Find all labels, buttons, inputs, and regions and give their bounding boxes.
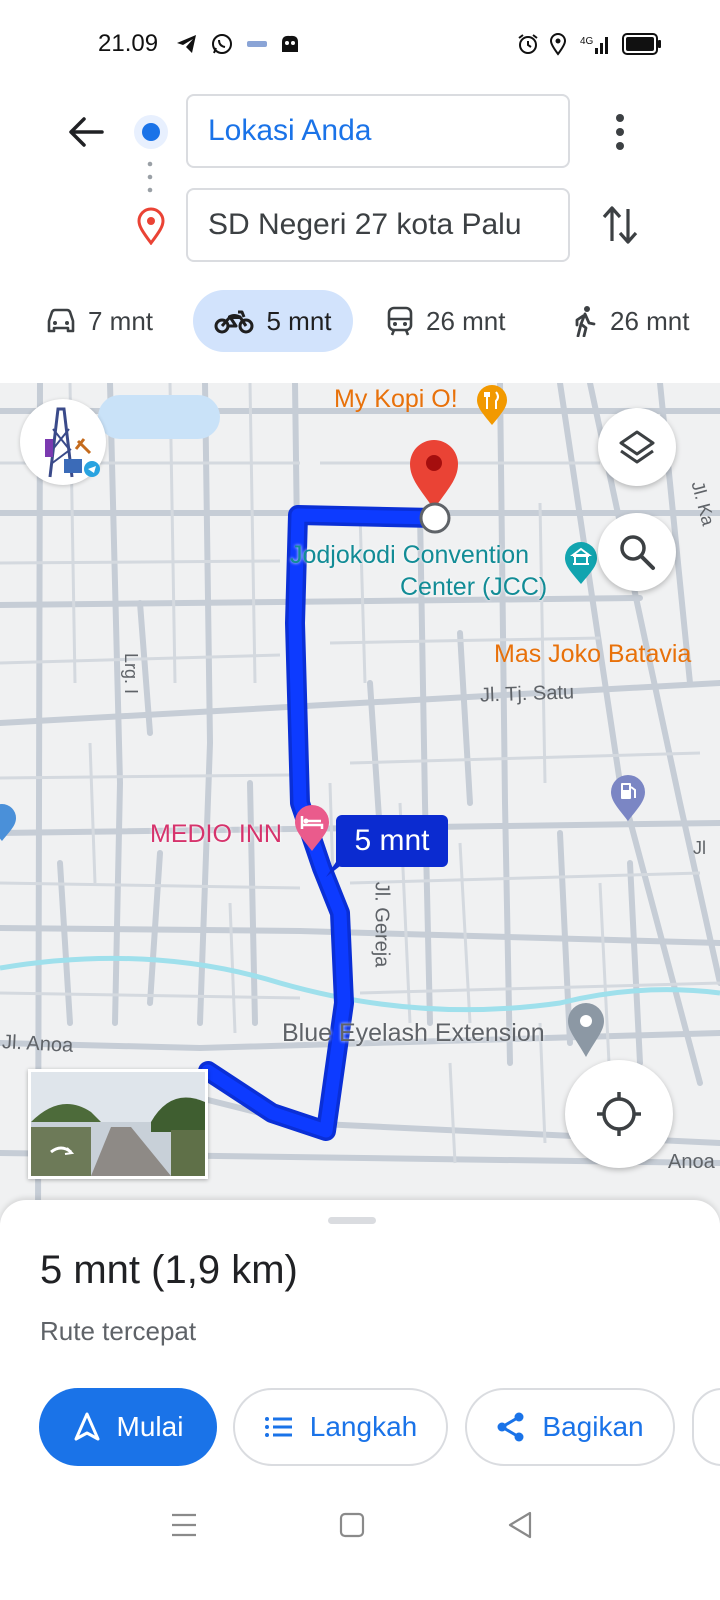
share-button-label: Bagikan	[542, 1411, 644, 1442]
motorcycle-icon	[214, 310, 254, 334]
crosshair-icon	[597, 1092, 641, 1136]
mode-motorcycle-tab[interactable]: 5 mnt	[193, 290, 353, 352]
home-nav-icon[interactable]	[332, 1505, 372, 1545]
steps-button-label: Langkah	[309, 1411, 418, 1442]
tower-logo-icon	[45, 407, 100, 478]
back-arrow-icon[interactable]	[66, 112, 106, 152]
walk-icon	[575, 306, 596, 337]
convention-pin-icon[interactable]	[562, 540, 600, 586]
search-icon	[620, 535, 655, 570]
profile-avatar[interactable]	[20, 399, 106, 485]
more-options-icon[interactable]	[604, 110, 636, 154]
telegram-icon	[177, 35, 196, 53]
status-bar: 21.09 4G	[0, 0, 720, 80]
route-description: Rute tercepat	[40, 1316, 197, 1346]
car-icon	[47, 308, 75, 333]
start-button[interactable]: Mulai	[39, 1388, 217, 1466]
route-duration-label[interactable]: 5 mnt	[336, 815, 448, 867]
search-button[interactable]	[598, 513, 676, 591]
street-label-anoa-right: Anoa	[668, 1151, 715, 1173]
status-time: 21.09	[98, 30, 159, 57]
poi-label-hotel: MEDIO INN	[150, 820, 282, 848]
location-icon	[549, 33, 567, 56]
salon-pin-icon[interactable]	[566, 1001, 606, 1059]
app-icon	[247, 41, 267, 47]
poi-label-cafe: My Kopi O!	[334, 385, 458, 413]
battery-icon	[622, 33, 661, 55]
start-button-label: Mulai	[116, 1411, 184, 1442]
back-nav-icon[interactable]	[500, 1505, 540, 1545]
mode-transit-tab[interactable]: 26 mnt	[386, 290, 506, 352]
street-label-gereja: Jl. Gereja	[370, 881, 393, 968]
poi-label-convention-2: Center (JCC)	[400, 573, 548, 601]
restaurant-pin-icon[interactable]	[474, 383, 510, 427]
origin-dot-icon	[134, 115, 168, 149]
origin-field[interactable]: Lokasi Anda	[186, 94, 570, 168]
share-icon	[497, 1412, 524, 1442]
mode-walk-time: 26 mnt	[610, 305, 690, 336]
steps-button[interactable]: Langkah	[233, 1388, 448, 1466]
layers-button[interactable]	[598, 408, 676, 486]
map-river	[0, 955, 720, 1013]
street-label-tj-satu: Jl. Tj. Satu	[479, 681, 575, 707]
hotel-pin-icon[interactable]	[292, 803, 332, 853]
list-icon	[264, 1417, 292, 1437]
alarm-icon	[518, 34, 538, 54]
mode-transit-time: 26 mnt	[426, 305, 506, 336]
street-label-jl-right: Jl	[693, 838, 706, 858]
route-label-tail	[326, 859, 344, 877]
poi-label-salon: Blue Eyelash Extension	[282, 1019, 545, 1047]
destination-field[interactable]: SD Negeri 27 kota Palu	[186, 188, 570, 262]
mode-car-time: 7 mnt	[88, 305, 154, 336]
whatsapp-icon	[212, 34, 232, 54]
navigation-arrow-icon	[74, 1412, 100, 1441]
gas-station-pin-icon[interactable]	[608, 773, 648, 823]
route-dots-icon	[147, 161, 153, 193]
sheet-drag-handle[interactable]	[328, 1217, 376, 1224]
route-summary: 5 mnt (1,9 km)	[40, 1248, 298, 1292]
poi-label-convention-1: Jodjokodi Convention	[290, 541, 530, 569]
blurred-label	[98, 395, 220, 439]
transit-icon	[387, 306, 413, 336]
network-label: 4G	[580, 36, 594, 47]
map-view[interactable]: My Kopi O! Jodjokodi Convention Center (…	[0, 383, 720, 1223]
mode-walk-tab[interactable]: 26 mnt	[572, 290, 690, 352]
street-label-anoa-left: Jl. Anoa	[1, 1031, 74, 1057]
destination-map-pin-icon[interactable]	[406, 437, 462, 511]
mode-motorcycle-time: 5 mnt	[266, 305, 332, 336]
poi-label-restaurant: Mas Joko Batavia	[494, 640, 692, 668]
street-view-thumbnail[interactable]	[28, 1069, 208, 1179]
street-label-lrg: Lrg. I	[121, 652, 142, 695]
share-button[interactable]: Bagikan	[465, 1388, 675, 1466]
signal-4g-icon: 4G	[580, 36, 608, 54]
destination-pin-icon	[137, 207, 165, 245]
street-view-photo	[31, 1072, 205, 1176]
my-location-button[interactable]	[565, 1060, 673, 1168]
bird-app-icon	[282, 35, 298, 52]
layers-icon	[619, 430, 655, 464]
swap-icon[interactable]	[600, 203, 640, 247]
partial-pin-icon[interactable]	[0, 803, 16, 843]
mode-car-tab[interactable]: 7 mnt	[46, 290, 153, 352]
route-end-circle	[419, 502, 451, 534]
menu-nav-icon[interactable]	[164, 1505, 204, 1545]
